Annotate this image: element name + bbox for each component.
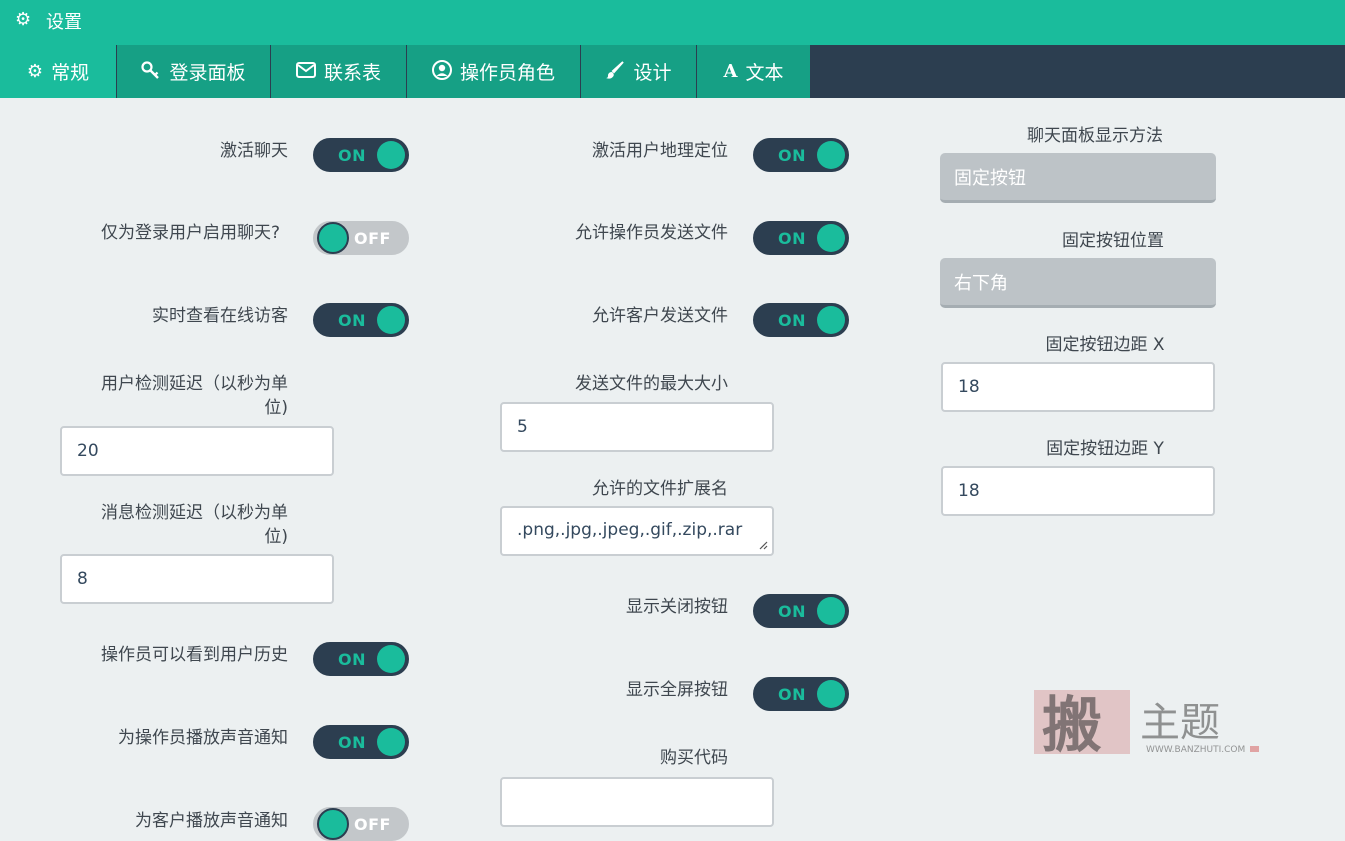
purchase-code-label: 购买代码 — [660, 748, 728, 768]
fullscreen-button-toggle[interactable]: ON — [753, 677, 849, 711]
customer-files-label: 允许客户发送文件 — [592, 306, 728, 326]
customer-files-toggle[interactable]: ON — [753, 303, 849, 337]
toggle-knob — [817, 224, 845, 252]
tab-contact-form[interactable]: 联系表 — [271, 45, 407, 98]
operator-history-label: 操作员可以看到用户历史 — [101, 645, 288, 665]
max-file-size-input[interactable]: 5 — [500, 402, 774, 452]
font-icon: A — [723, 60, 738, 82]
toggle-knob — [817, 306, 845, 334]
customer-sound-label: 为客户播放声音通知 — [135, 811, 288, 831]
message-check-delay-input[interactable]: 8 — [60, 554, 334, 604]
toggle-knob — [377, 141, 405, 169]
top-bar: ⚙ 设置 — [0, 0, 1345, 45]
allowed-extensions-textarea[interactable]: .png,.jpg,.jpeg,.gif,.zip,.rar — [500, 506, 774, 556]
operator-history-toggle[interactable]: ON — [313, 642, 409, 676]
display-method-label: 聊天面板显示方法 — [1027, 126, 1163, 146]
button-position-label: 固定按钮位置 — [1062, 231, 1164, 251]
toggle-knob — [817, 597, 845, 625]
operator-files-toggle[interactable]: ON — [753, 221, 849, 255]
tab-login-panel[interactable]: 登录面板 — [117, 45, 271, 98]
tab-label: 联系表 — [323, 62, 381, 84]
tab-design[interactable]: 设计 — [581, 45, 697, 98]
user-circle-icon — [431, 59, 452, 84]
svg-text:主题: 主题 — [1140, 700, 1220, 746]
activate-chat-toggle[interactable]: ON — [313, 138, 409, 172]
svg-text:搬: 搬 — [1042, 691, 1102, 760]
svg-text:WWW.BANZHUTI.COM: WWW.BANZHUTI.COM — [1146, 745, 1245, 755]
toggle-knob — [817, 141, 845, 169]
tab-label: 登录面板 — [169, 62, 246, 84]
tab-general[interactable]: ⚙ 常规 — [0, 45, 117, 98]
toggle-knob — [377, 645, 405, 673]
gears-icon: ⚙ — [26, 60, 44, 82]
margin-x-label: 固定按钮边距 X — [1045, 335, 1165, 355]
purchase-code-input[interactable] — [500, 777, 774, 827]
tab-label: 文本 — [745, 62, 784, 84]
geolocation-toggle[interactable]: ON — [753, 138, 849, 172]
close-button-label: 显示关闭按钮 — [626, 597, 728, 617]
user-check-delay-label: 用户检测延迟（以秒为单 位) — [101, 374, 288, 418]
fullscreen-button-label: 显示全屏按钮 — [626, 680, 728, 700]
toggle-knob — [377, 728, 405, 756]
realtime-visitors-label: 实时查看在线访客 — [152, 306, 288, 326]
margin-x-input[interactable]: 18 — [941, 362, 1215, 412]
envelope-icon — [295, 61, 316, 82]
resize-grip-icon[interactable] — [758, 540, 768, 550]
margin-y-label: 固定按钮边距 Y — [1046, 439, 1164, 459]
gears-icon: ⚙ — [15, 9, 32, 30]
paintbrush-icon — [605, 60, 625, 84]
close-button-toggle[interactable]: ON — [753, 594, 849, 628]
realtime-visitors-toggle[interactable]: ON — [313, 303, 409, 337]
max-file-size-label: 发送文件的最大大小 — [575, 374, 728, 394]
logged-users-only-label: 仅为登录用户启用聊天? — [100, 223, 280, 243]
activate-chat-label: 激活聊天 — [220, 141, 288, 161]
tab-label: 设计 — [633, 62, 672, 84]
operator-sound-toggle[interactable]: ON — [313, 725, 409, 759]
tab-text[interactable]: A 文本 — [697, 45, 811, 98]
margin-y-input[interactable]: 18 — [941, 466, 1215, 516]
logged-users-only-toggle[interactable]: OFF — [313, 221, 409, 255]
operator-files-label: 允许操作员发送文件 — [575, 223, 728, 243]
user-check-delay-input[interactable]: 20 — [60, 426, 334, 476]
message-check-delay-label: 消息检测延迟（以秒为单 位) — [101, 503, 288, 547]
display-method-select[interactable]: 固定按钮 — [940, 153, 1216, 203]
geolocation-label: 激活用户地理定位 — [592, 141, 728, 161]
tab-operator-roles[interactable]: 操作员角色 — [407, 45, 581, 98]
toggle-knob — [817, 680, 845, 708]
toggle-knob — [377, 306, 405, 334]
key-icon — [141, 60, 161, 84]
page-title: 设置 — [46, 12, 82, 33]
customer-sound-toggle[interactable]: OFF — [313, 807, 409, 841]
watermark-logo: 搬 主题 WWW.BANZHUTI.COM — [1034, 690, 1259, 760]
operator-sound-label: 为操作员播放声音通知 — [118, 728, 288, 748]
tab-label: 操作员角色 — [459, 62, 555, 84]
toggle-knob — [317, 222, 349, 254]
tab-label: 常规 — [51, 62, 90, 84]
button-position-select[interactable]: 右下角 — [940, 258, 1216, 308]
tab-bar: ⚙ 常规 登录面板 联系表 操作员角色 设计 A 文本 — [0, 45, 1345, 98]
toggle-knob — [317, 808, 349, 840]
allowed-extensions-label: 允许的文件扩展名 — [592, 479, 728, 499]
